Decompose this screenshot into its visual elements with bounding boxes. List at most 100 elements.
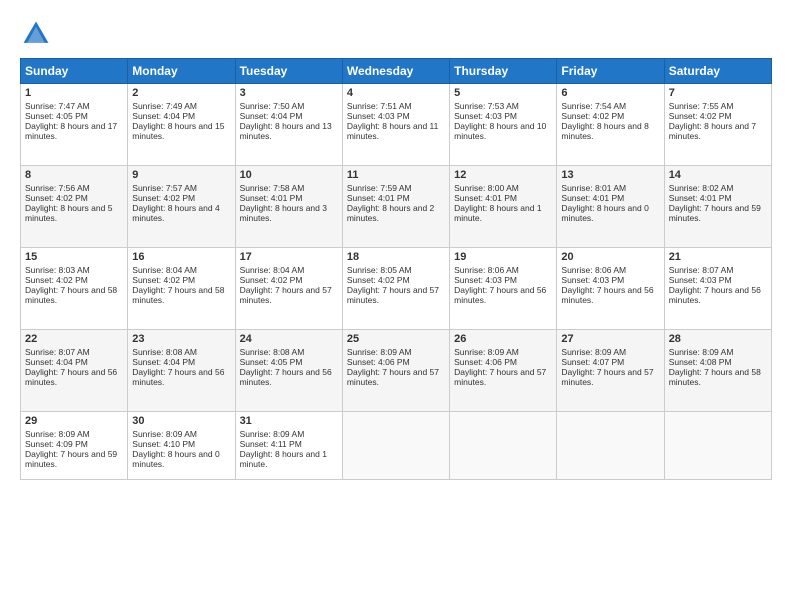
sunrise-label: Sunrise: 8:03 AM bbox=[25, 265, 90, 275]
day-number: 28 bbox=[669, 333, 767, 345]
daylight-label: Daylight: 8 hours and 11 minutes. bbox=[347, 121, 439, 141]
sunrise-label: Sunrise: 8:01 AM bbox=[561, 183, 626, 193]
day-number: 3 bbox=[240, 87, 338, 99]
calendar-cell: 5 Sunrise: 7:53 AM Sunset: 4:03 PM Dayli… bbox=[450, 84, 557, 166]
calendar-cell: 28 Sunrise: 8:09 AM Sunset: 4:08 PM Dayl… bbox=[664, 330, 771, 412]
calendar-cell: 9 Sunrise: 7:57 AM Sunset: 4:02 PM Dayli… bbox=[128, 166, 235, 248]
calendar-table: SundayMondayTuesdayWednesdayThursdayFrid… bbox=[20, 58, 772, 480]
sunset-label: Sunset: 4:03 PM bbox=[561, 275, 624, 285]
sunrise-label: Sunrise: 8:09 AM bbox=[561, 347, 626, 357]
daylight-label: Daylight: 8 hours and 8 minutes. bbox=[561, 121, 648, 141]
day-number: 12 bbox=[454, 169, 552, 181]
day-number: 21 bbox=[669, 251, 767, 263]
sunset-label: Sunset: 4:03 PM bbox=[347, 111, 410, 121]
calendar-cell: 22 Sunrise: 8:07 AM Sunset: 4:04 PM Dayl… bbox=[21, 330, 128, 412]
sunrise-label: Sunrise: 8:02 AM bbox=[669, 183, 734, 193]
day-number: 2 bbox=[132, 87, 230, 99]
day-number: 8 bbox=[25, 169, 123, 181]
day-number: 11 bbox=[347, 169, 445, 181]
sunset-label: Sunset: 4:01 PM bbox=[240, 193, 303, 203]
calendar-cell: 29 Sunrise: 8:09 AM Sunset: 4:09 PM Dayl… bbox=[21, 412, 128, 480]
daylight-label: Daylight: 8 hours and 0 minutes. bbox=[132, 449, 219, 469]
day-number: 27 bbox=[561, 333, 659, 345]
calendar-cell bbox=[450, 412, 557, 480]
sunset-label: Sunset: 4:06 PM bbox=[347, 357, 410, 367]
calendar-cell: 17 Sunrise: 8:04 AM Sunset: 4:02 PM Dayl… bbox=[235, 248, 342, 330]
daylight-label: Daylight: 8 hours and 10 minutes. bbox=[454, 121, 546, 141]
sunset-label: Sunset: 4:04 PM bbox=[240, 111, 303, 121]
sunset-label: Sunset: 4:04 PM bbox=[132, 111, 195, 121]
day-header-wednesday: Wednesday bbox=[342, 59, 449, 84]
day-number: 30 bbox=[132, 415, 230, 427]
sunrise-label: Sunrise: 8:07 AM bbox=[25, 347, 90, 357]
day-number: 15 bbox=[25, 251, 123, 263]
day-number: 5 bbox=[454, 87, 552, 99]
calendar-cell: 26 Sunrise: 8:09 AM Sunset: 4:06 PM Dayl… bbox=[450, 330, 557, 412]
daylight-label: Daylight: 8 hours and 13 minutes. bbox=[240, 121, 332, 141]
calendar-cell: 6 Sunrise: 7:54 AM Sunset: 4:02 PM Dayli… bbox=[557, 84, 664, 166]
sunrise-label: Sunrise: 7:55 AM bbox=[669, 101, 734, 111]
calendar-cell bbox=[557, 412, 664, 480]
day-number: 9 bbox=[132, 169, 230, 181]
calendar-cell: 10 Sunrise: 7:58 AM Sunset: 4:01 PM Dayl… bbox=[235, 166, 342, 248]
day-number: 14 bbox=[669, 169, 767, 181]
day-number: 13 bbox=[561, 169, 659, 181]
sunrise-label: Sunrise: 7:59 AM bbox=[347, 183, 412, 193]
sunrise-label: Sunrise: 8:09 AM bbox=[240, 429, 305, 439]
day-number: 20 bbox=[561, 251, 659, 263]
sunrise-label: Sunrise: 7:57 AM bbox=[132, 183, 197, 193]
sunset-label: Sunset: 4:03 PM bbox=[454, 111, 517, 121]
calendar-cell: 16 Sunrise: 8:04 AM Sunset: 4:02 PM Dayl… bbox=[128, 248, 235, 330]
day-number: 23 bbox=[132, 333, 230, 345]
daylight-label: Daylight: 8 hours and 4 minutes. bbox=[132, 203, 219, 223]
calendar-cell: 3 Sunrise: 7:50 AM Sunset: 4:04 PM Dayli… bbox=[235, 84, 342, 166]
daylight-label: Daylight: 7 hours and 59 minutes. bbox=[669, 203, 761, 223]
day-header-sunday: Sunday bbox=[21, 59, 128, 84]
daylight-label: Daylight: 8 hours and 1 minute. bbox=[454, 203, 541, 223]
calendar-cell: 8 Sunrise: 7:56 AM Sunset: 4:02 PM Dayli… bbox=[21, 166, 128, 248]
day-number: 26 bbox=[454, 333, 552, 345]
calendar-cell: 14 Sunrise: 8:02 AM Sunset: 4:01 PM Dayl… bbox=[664, 166, 771, 248]
calendar-cell: 30 Sunrise: 8:09 AM Sunset: 4:10 PM Dayl… bbox=[128, 412, 235, 480]
sunrise-label: Sunrise: 8:06 AM bbox=[561, 265, 626, 275]
daylight-label: Daylight: 8 hours and 0 minutes. bbox=[561, 203, 648, 223]
day-number: 24 bbox=[240, 333, 338, 345]
daylight-label: Daylight: 8 hours and 17 minutes. bbox=[25, 121, 117, 141]
calendar-cell: 11 Sunrise: 7:59 AM Sunset: 4:01 PM Dayl… bbox=[342, 166, 449, 248]
day-number: 17 bbox=[240, 251, 338, 263]
sunset-label: Sunset: 4:01 PM bbox=[669, 193, 732, 203]
sunset-label: Sunset: 4:04 PM bbox=[25, 357, 88, 367]
day-number: 19 bbox=[454, 251, 552, 263]
day-header-saturday: Saturday bbox=[664, 59, 771, 84]
calendar-cell: 27 Sunrise: 8:09 AM Sunset: 4:07 PM Dayl… bbox=[557, 330, 664, 412]
daylight-label: Daylight: 7 hours and 57 minutes. bbox=[561, 367, 653, 387]
daylight-label: Daylight: 8 hours and 15 minutes. bbox=[132, 121, 224, 141]
daylight-label: Daylight: 7 hours and 57 minutes. bbox=[454, 367, 546, 387]
sunset-label: Sunset: 4:02 PM bbox=[347, 275, 410, 285]
sunset-label: Sunset: 4:04 PM bbox=[132, 357, 195, 367]
calendar-cell: 31 Sunrise: 8:09 AM Sunset: 4:11 PM Dayl… bbox=[235, 412, 342, 480]
sunrise-label: Sunrise: 8:09 AM bbox=[132, 429, 197, 439]
daylight-label: Daylight: 7 hours and 56 minutes. bbox=[132, 367, 224, 387]
daylight-label: Daylight: 7 hours and 58 minutes. bbox=[25, 285, 117, 305]
sunset-label: Sunset: 4:07 PM bbox=[561, 357, 624, 367]
calendar-cell bbox=[342, 412, 449, 480]
sunrise-label: Sunrise: 8:08 AM bbox=[240, 347, 305, 357]
sunset-label: Sunset: 4:02 PM bbox=[240, 275, 303, 285]
daylight-label: Daylight: 7 hours and 57 minutes. bbox=[347, 367, 439, 387]
sunrise-label: Sunrise: 8:09 AM bbox=[25, 429, 90, 439]
calendar-cell bbox=[664, 412, 771, 480]
sunrise-label: Sunrise: 8:07 AM bbox=[669, 265, 734, 275]
calendar-cell: 12 Sunrise: 8:00 AM Sunset: 4:01 PM Dayl… bbox=[450, 166, 557, 248]
sunset-label: Sunset: 4:02 PM bbox=[132, 193, 195, 203]
logo-icon bbox=[20, 18, 52, 50]
sunrise-label: Sunrise: 8:09 AM bbox=[454, 347, 519, 357]
daylight-label: Daylight: 7 hours and 57 minutes. bbox=[240, 285, 332, 305]
calendar-cell: 2 Sunrise: 7:49 AM Sunset: 4:04 PM Dayli… bbox=[128, 84, 235, 166]
day-number: 16 bbox=[132, 251, 230, 263]
daylight-label: Daylight: 7 hours and 56 minutes. bbox=[240, 367, 332, 387]
sunset-label: Sunset: 4:08 PM bbox=[669, 357, 732, 367]
calendar-cell: 13 Sunrise: 8:01 AM Sunset: 4:01 PM Dayl… bbox=[557, 166, 664, 248]
day-number: 25 bbox=[347, 333, 445, 345]
day-number: 7 bbox=[669, 87, 767, 99]
